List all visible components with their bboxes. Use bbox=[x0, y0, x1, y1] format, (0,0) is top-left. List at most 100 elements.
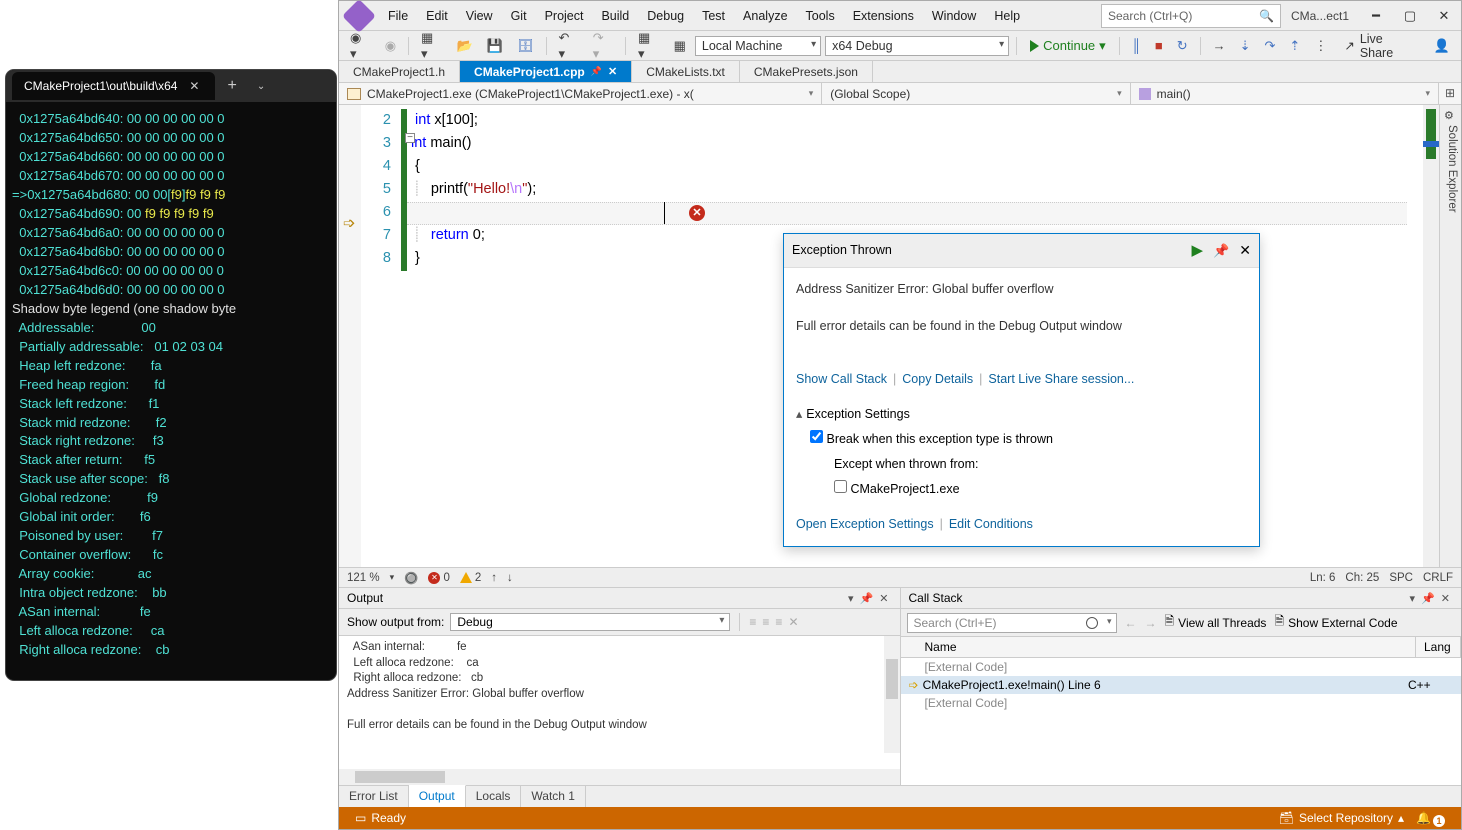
nav-scope-combo[interactable]: (Global Scope) bbox=[822, 83, 1130, 104]
close-icon[interactable]: ✕ bbox=[1438, 592, 1453, 605]
menu-extensions[interactable]: Extensions bbox=[844, 4, 923, 28]
menu-help[interactable]: Help bbox=[985, 4, 1029, 28]
menu-build[interactable]: Build bbox=[592, 4, 638, 28]
glyph-margin[interactable]: ➩ bbox=[339, 105, 361, 567]
show-next-statement-button[interactable]: → bbox=[1208, 35, 1231, 56]
split-editor-button[interactable]: ⊞ bbox=[1439, 83, 1461, 104]
pin-icon[interactable]: 📌 bbox=[591, 66, 602, 77]
debug-more-button[interactable]: ⋮ bbox=[1309, 35, 1332, 57]
step-into-button[interactable]: ⇣ bbox=[1235, 35, 1256, 57]
nav-function-combo[interactable]: main() bbox=[1131, 83, 1439, 104]
start-live-share-link[interactable]: Start Live Share session... bbox=[988, 368, 1134, 391]
tool-tab[interactable]: Watch 1 bbox=[521, 786, 586, 807]
doc-tab[interactable]: CMakePresets.json bbox=[740, 61, 873, 82]
warning-count[interactable]: 2 bbox=[475, 572, 481, 584]
tool-tab[interactable]: Output bbox=[409, 785, 466, 807]
restart-button[interactable]: ↻ bbox=[1172, 35, 1193, 57]
stop-button[interactable]: ■ bbox=[1150, 35, 1168, 56]
select-repo-button[interactable]: 🗃 Select Repository ▴ bbox=[1273, 811, 1410, 825]
pin-icon[interactable]: 📌 bbox=[857, 592, 877, 605]
error-count[interactable]: 0 bbox=[443, 572, 449, 584]
nav-fwd-button[interactable]: ◉ bbox=[380, 35, 401, 57]
horizontal-scrollbar[interactable] bbox=[339, 769, 900, 785]
save-all-button[interactable]: 🗄 bbox=[512, 35, 539, 57]
col-name[interactable]: Name bbox=[901, 637, 1417, 657]
vertical-scrollbar[interactable] bbox=[884, 636, 900, 753]
code-editor[interactable]: ➩ 2345678 − int x[100]; int main() { ⸽ p… bbox=[339, 105, 1439, 567]
except-exe-checkbox[interactable]: CMakeProject1.exe bbox=[796, 476, 1247, 503]
close-button[interactable]: ✕ bbox=[1427, 2, 1461, 30]
output-toolbar-icon[interactable]: ≡ bbox=[762, 615, 769, 629]
terminal-new-tab[interactable]: + bbox=[215, 71, 248, 101]
col-lang[interactable]: Lang bbox=[1416, 637, 1461, 657]
next-issue-button[interactable]: ↓ bbox=[507, 572, 513, 584]
close-icon[interactable]: ✕ bbox=[608, 65, 617, 78]
open-exception-settings-link[interactable]: Open Exception Settings bbox=[796, 513, 934, 536]
view-all-threads-button[interactable]: 🗎 View all Threads bbox=[1165, 612, 1267, 633]
window-pos-icon[interactable]: ▾ bbox=[845, 592, 857, 605]
undo-button[interactable]: ↶ ▾ bbox=[553, 27, 583, 65]
copy-details-link[interactable]: Copy Details bbox=[902, 368, 973, 391]
menu-file[interactable]: File bbox=[379, 4, 417, 28]
menu-test[interactable]: Test bbox=[693, 4, 734, 28]
maximize-button[interactable]: ▢ bbox=[1393, 2, 1427, 30]
indent-mode[interactable]: SPC bbox=[1389, 572, 1413, 584]
open-button[interactable]: 📂 bbox=[452, 35, 478, 57]
output-toolbar-icon[interactable]: ≡ bbox=[775, 615, 782, 629]
solution-explorer-tab[interactable]: Solution Explorer bbox=[1443, 125, 1458, 213]
minimize-button[interactable]: ━ bbox=[1359, 2, 1393, 30]
startup-more-button[interactable]: ▦ bbox=[669, 35, 691, 57]
break-all-button[interactable]: ║ bbox=[1127, 35, 1146, 56]
nav-file-combo[interactable]: CMakeProject1.exe (CMakeProject1\CMakePr… bbox=[339, 83, 822, 104]
terminal-tab[interactable]: CMakeProject1\out\build\x64 ✕ bbox=[12, 72, 215, 100]
step-over-button[interactable]: ↷ bbox=[1260, 35, 1281, 57]
call-stack-search[interactable]: Search (Ctrl+E)▾ bbox=[907, 613, 1117, 633]
pin-icon[interactable]: 📌 bbox=[1213, 239, 1229, 262]
target-machine-combo[interactable]: Local Machine bbox=[695, 36, 821, 56]
telemetry-icon[interactable]: 🔘 bbox=[404, 571, 418, 585]
zoom-level[interactable]: 121 % bbox=[347, 572, 380, 584]
call-stack-row[interactable]: [External Code] bbox=[901, 658, 1462, 676]
close-icon[interactable]: ✕ bbox=[876, 592, 891, 605]
tool-tab[interactable]: Locals bbox=[466, 786, 522, 807]
window-pos-icon[interactable]: ▾ bbox=[1407, 592, 1419, 605]
search-prev-button[interactable]: ← bbox=[1125, 616, 1137, 630]
doc-tab[interactable]: CMakeProject1.cpp 📌 ✕ bbox=[460, 61, 632, 82]
output-text[interactable]: ASan internal: fe Left alloca redzone: c… bbox=[339, 636, 900, 769]
continue-button[interactable]: Continue ▾ bbox=[1024, 36, 1112, 56]
menu-edit[interactable]: Edit bbox=[417, 4, 457, 28]
menu-window[interactable]: Window bbox=[923, 4, 985, 28]
overview-ruler[interactable] bbox=[1423, 105, 1439, 567]
close-icon[interactable]: ✕ bbox=[185, 79, 203, 93]
tool-tab[interactable]: Error List bbox=[339, 786, 409, 807]
fold-toggle-icon[interactable]: − bbox=[405, 133, 415, 143]
startup-item-button[interactable]: ▦ ▾ bbox=[633, 27, 665, 65]
menu-project[interactable]: Project bbox=[536, 4, 593, 28]
error-icon[interactable]: ✕ bbox=[689, 205, 705, 221]
menu-tools[interactable]: Tools bbox=[797, 4, 844, 28]
gear-icon[interactable]: ⚙ bbox=[1444, 109, 1454, 122]
feedback-button[interactable]: 👤 bbox=[1429, 35, 1455, 57]
prev-issue-button[interactable]: ↑ bbox=[491, 572, 497, 584]
close-icon[interactable]: ✕ bbox=[1239, 239, 1251, 262]
menu-view[interactable]: View bbox=[457, 4, 502, 28]
menu-analyze[interactable]: Analyze bbox=[734, 4, 796, 28]
show-external-code-button[interactable]: 🗎 Show External Code bbox=[1274, 612, 1397, 633]
redo-button[interactable]: ↷ ▾ bbox=[588, 27, 618, 65]
doc-tab[interactable]: CMakeLists.txt bbox=[632, 61, 740, 82]
menu-debug[interactable]: Debug bbox=[638, 4, 693, 28]
step-out-button[interactable]: ⇡ bbox=[1284, 35, 1305, 57]
doc-tab[interactable]: CMakeProject1.h bbox=[339, 61, 460, 82]
break-when-checkbox[interactable]: Break when this exception type is thrown bbox=[796, 426, 1247, 453]
pin-icon[interactable]: 📌 bbox=[1418, 592, 1438, 605]
notifications-button[interactable]: 🔔1 bbox=[1410, 809, 1451, 827]
output-toolbar-icon[interactable]: ≡ bbox=[749, 615, 756, 629]
call-stack-row[interactable]: [External Code] bbox=[901, 694, 1462, 712]
nav-back-button[interactable]: ◉ ▾ bbox=[345, 27, 376, 65]
menu-git[interactable]: Git bbox=[502, 4, 536, 28]
new-project-button[interactable]: ▦ ▾ bbox=[416, 27, 448, 65]
search-input[interactable]: Search (Ctrl+Q) 🔍 bbox=[1101, 4, 1281, 28]
show-call-stack-link[interactable]: Show Call Stack bbox=[796, 368, 887, 391]
line-ending[interactable]: CRLF bbox=[1423, 572, 1453, 584]
exception-settings-title[interactable]: Exception Settings bbox=[796, 403, 1247, 426]
